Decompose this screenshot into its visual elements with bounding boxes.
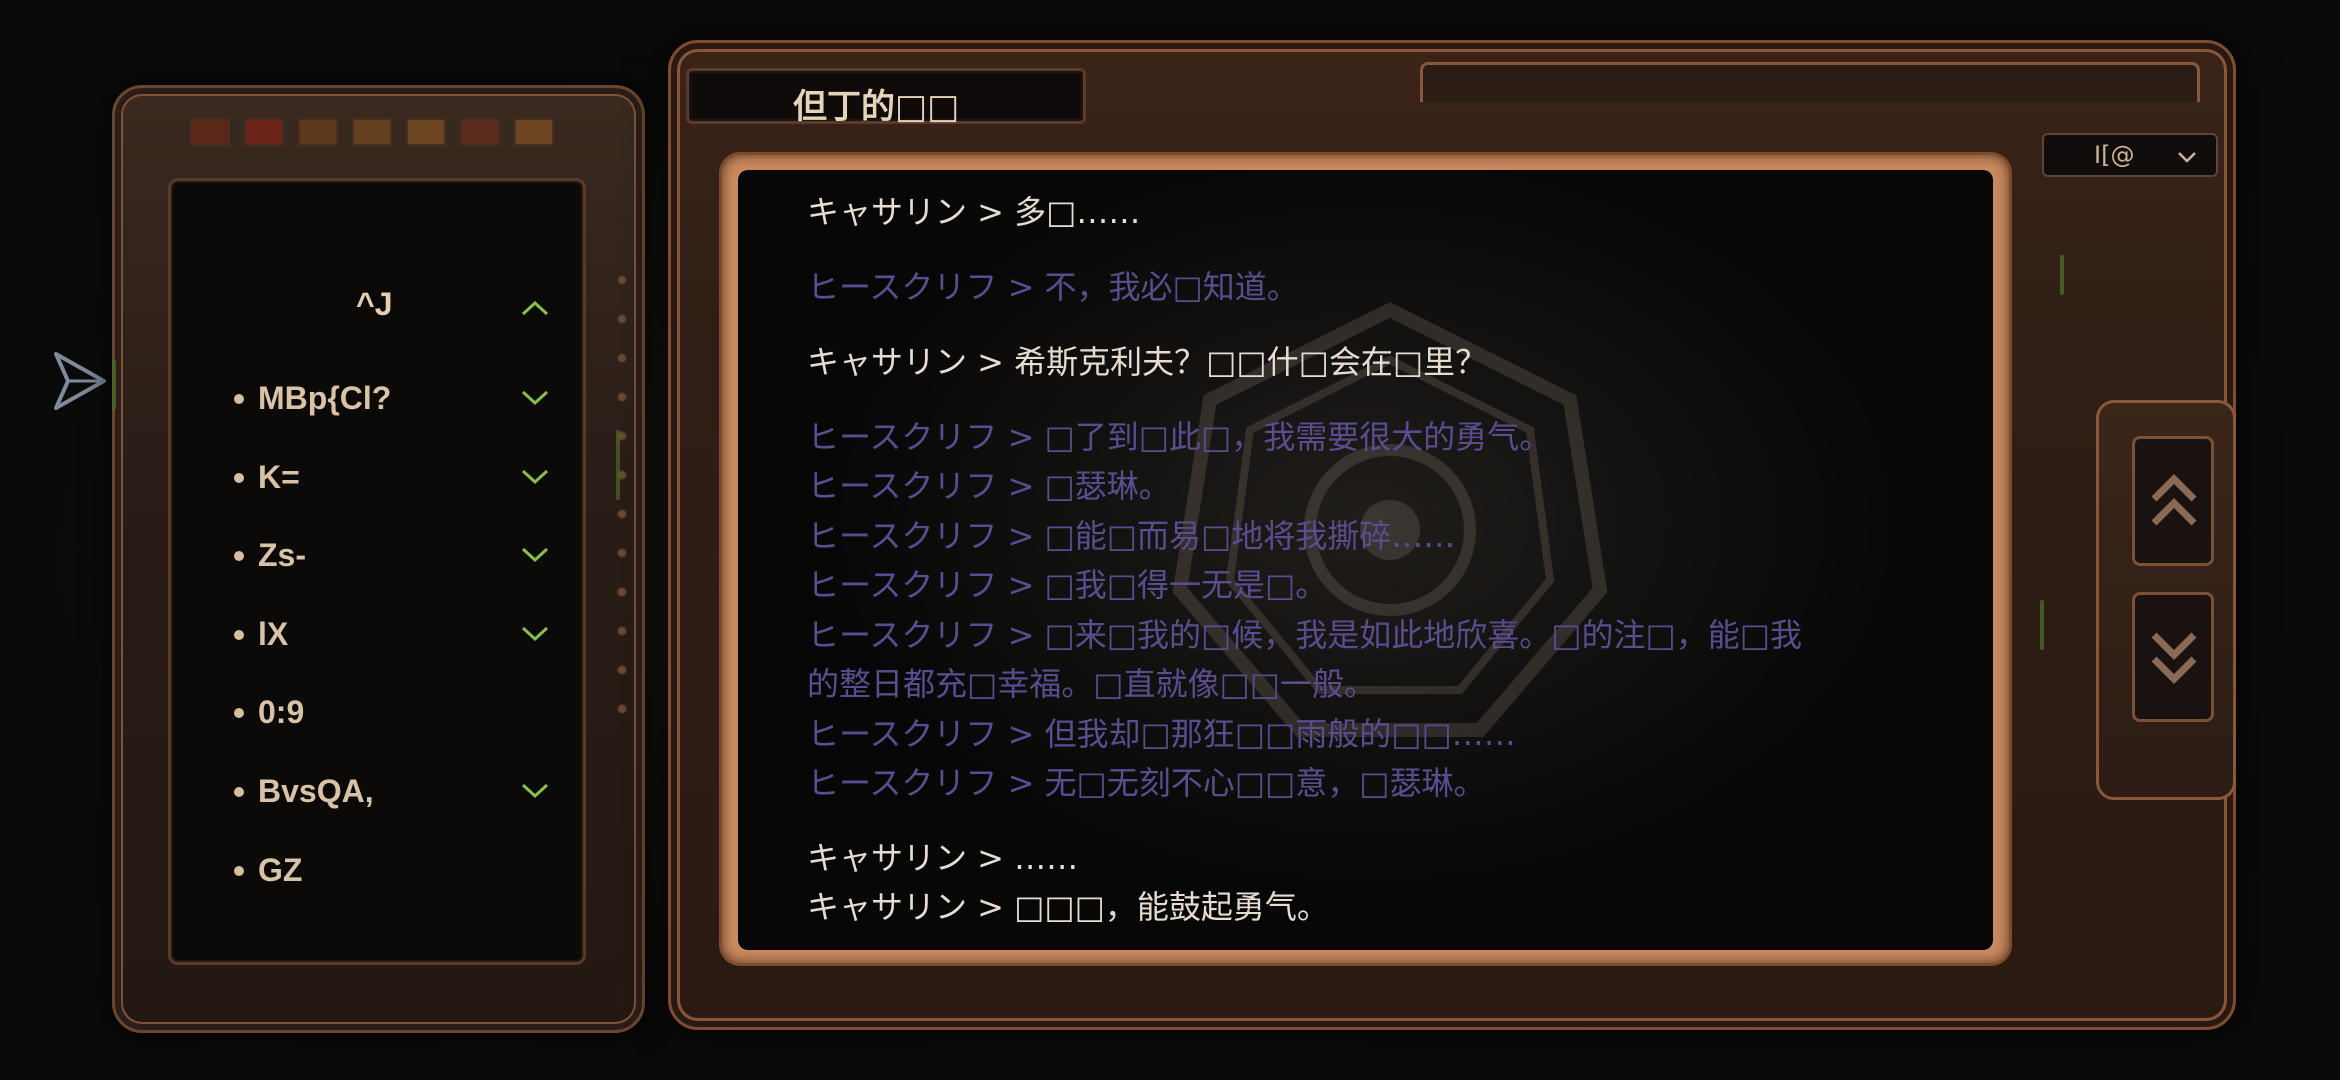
scroll-down-button[interactable] — [2132, 592, 2214, 722]
sidebar-item[interactable]: GZ — [230, 846, 550, 906]
bullet-icon — [234, 473, 244, 483]
edge-glow — [2040, 600, 2044, 650]
indicator-light — [190, 118, 230, 146]
edge-glow — [616, 430, 620, 500]
dialog-line: 的整日都充□幸福。□直就像□□一般。 — [807, 665, 1376, 703]
dialog-line: キャサリン > □□□，能鼓起勇气。 — [807, 888, 1329, 926]
paper-plane-icon[interactable] — [52, 350, 108, 412]
bolt — [617, 392, 627, 402]
bolt — [617, 275, 627, 285]
sidebar-item[interactable]: BvsQA, — [230, 767, 550, 827]
scroll-up-button[interactable] — [2132, 436, 2214, 566]
chevron-down-icon[interactable] — [520, 384, 550, 414]
sidebar-header-label: ^J — [356, 286, 393, 322]
sidebar-item-label: Zs- — [258, 537, 306, 573]
sidebar-item-label: 0:9 — [258, 694, 305, 730]
bolt — [617, 548, 627, 558]
bolt — [617, 509, 627, 519]
bolt — [617, 587, 627, 597]
dialog-line: ヒースクリフ > 不，我必□知道。 — [807, 268, 1299, 306]
dialog-line: ヒースクリフ > □我□得一无是□。 — [807, 566, 1328, 604]
sidebar-item[interactable]: MBp{Cl? — [230, 374, 550, 434]
bullet-icon — [234, 787, 244, 797]
double-chevron-down-icon — [2151, 632, 2197, 684]
sidebar-item-label: BvsQA, — [258, 773, 374, 809]
bolt — [617, 314, 627, 324]
chevron-down-icon[interactable] — [520, 541, 550, 571]
edge-glow — [2060, 255, 2064, 295]
language-select-value: I[@ — [2094, 141, 2135, 169]
dialog-line: ヒースクリフ > □瑟琳。 — [807, 467, 1171, 505]
dialog-line: ヒースクリフ > 无□无刻不心□□意，□瑟琳。 — [807, 764, 1486, 802]
sidebar-item-label: GZ — [258, 852, 303, 888]
sidebar-item[interactable]: K= — [230, 453, 550, 513]
sidebar-item-label: lX — [258, 616, 289, 652]
dialog-line: ヒースクリフ > □了到□此□，我需要很大的勇气。 — [807, 418, 1552, 456]
bullet-icon — [234, 866, 244, 876]
chevron-down-icon — [2178, 152, 2196, 163]
title-tab: 但丁的□□ — [686, 68, 1086, 127]
bullet-icon — [234, 394, 244, 404]
language-select[interactable]: I[@ — [2042, 133, 2218, 177]
indicator-light — [460, 118, 500, 146]
dialog-line: ヒースクリフ > 但我却□那狂□□雨般的□□…… — [807, 715, 1516, 753]
dialog-line: キャサリン > 多□…… — [807, 193, 1141, 231]
indicator-light — [514, 118, 554, 146]
indicator-light — [244, 118, 284, 146]
chevron-up-icon[interactable] — [520, 294, 550, 324]
chevron-down-icon[interactable] — [520, 620, 550, 650]
chevron-down-icon[interactable] — [520, 463, 550, 493]
sidebar-item[interactable]: Zs- — [230, 531, 550, 591]
dialog-line: キャサリン > …… — [807, 839, 1079, 877]
indicator-lights — [190, 118, 554, 146]
dialog-line: キャサリン > 希斯克利夫？□□什□会在□里？ — [807, 343, 1488, 381]
bolt — [617, 353, 627, 363]
dialog-line: ヒースクリフ > □来□我的□候，我是如此地欣喜。□的注□，能□我 — [807, 616, 1802, 654]
dialog-line: ヒースクリフ > □能□而易□地将我撕碎…… — [807, 517, 1456, 555]
bolt — [617, 626, 627, 636]
sidebar-item-label: MBp{Cl? — [258, 380, 392, 416]
indicator-light — [352, 118, 392, 146]
chevron-down-icon[interactable] — [520, 777, 550, 807]
bullet-icon — [234, 551, 244, 561]
bolt — [617, 704, 627, 714]
double-chevron-up-icon — [2151, 474, 2197, 526]
indicator-light — [406, 118, 446, 146]
bullet-icon — [234, 630, 244, 640]
edge-glow — [112, 360, 116, 410]
sidebar-item[interactable]: lX — [230, 610, 550, 670]
sidebar-item[interactable]: 0:9 — [230, 688, 550, 748]
bullet-icon — [234, 708, 244, 718]
page-title: 但丁的□□ — [793, 87, 960, 127]
sidebar-item-label: K= — [258, 459, 300, 495]
bolt — [617, 665, 627, 675]
top-bar — [1420, 62, 2200, 102]
indicator-light — [298, 118, 338, 146]
sidebar-header[interactable]: ^J — [230, 280, 550, 336]
